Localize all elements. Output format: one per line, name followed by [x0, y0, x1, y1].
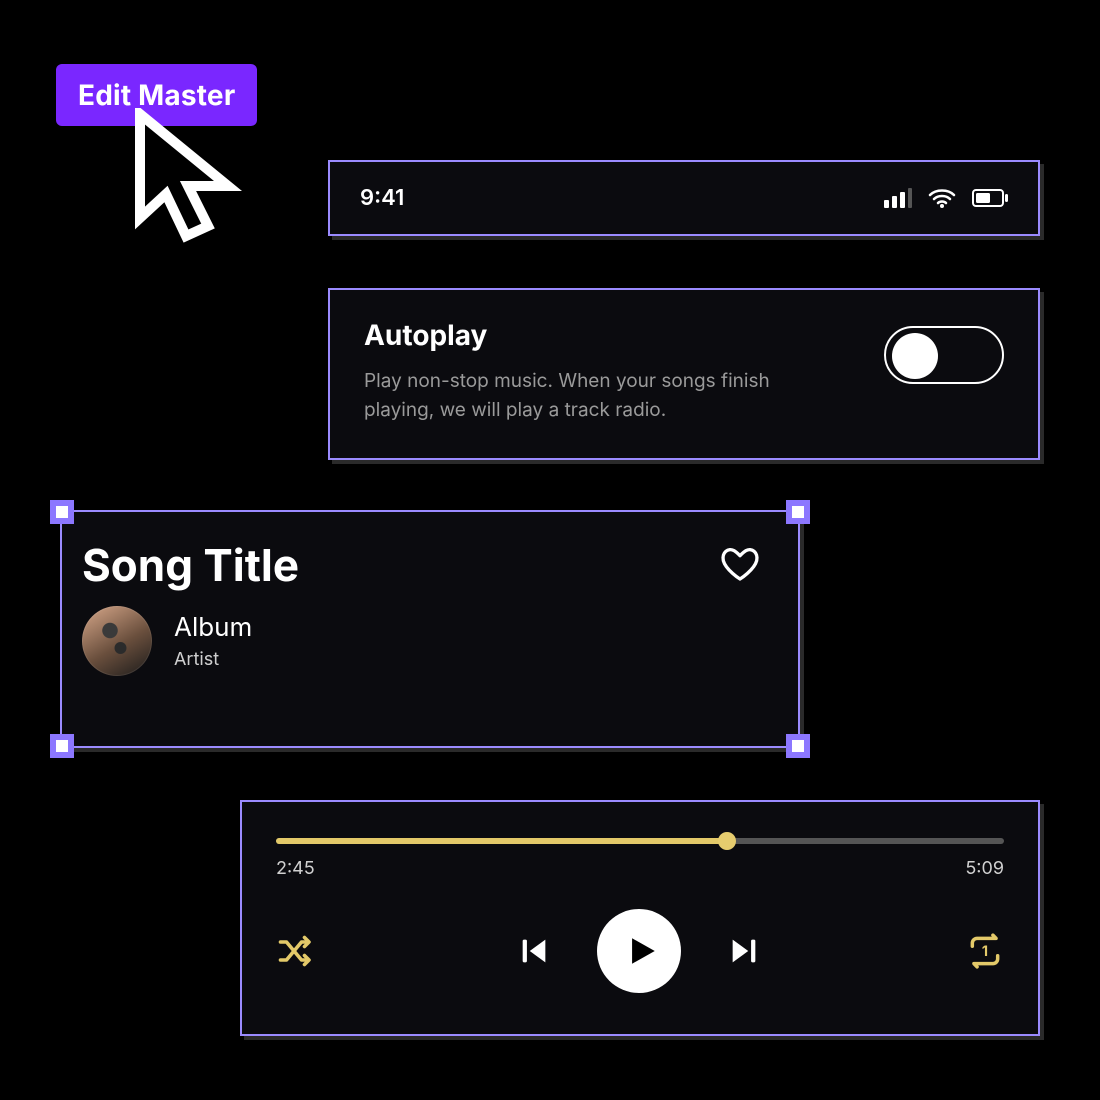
progress-handle[interactable]	[718, 832, 736, 850]
cellular-icon	[884, 188, 912, 208]
selection-handle-bl[interactable]	[50, 734, 74, 758]
progress-bar[interactable]	[276, 838, 1004, 844]
progress-fill	[276, 838, 727, 844]
selection-handle-tl[interactable]	[50, 500, 74, 524]
favorite-button[interactable]	[720, 544, 760, 584]
total-time: 5:09	[965, 858, 1004, 879]
cursor-icon	[120, 108, 250, 258]
song-card[interactable]: Song Title Album Artist	[60, 510, 800, 748]
shuffle-button[interactable]	[276, 933, 312, 969]
skip-previous-icon	[517, 934, 551, 968]
selection-handle-tr[interactable]	[786, 500, 810, 524]
elapsed-time: 2:45	[276, 858, 315, 879]
toggle-knob	[892, 333, 938, 379]
status-time: 9:41	[360, 185, 404, 211]
autoplay-toggle[interactable]	[884, 326, 1004, 384]
avatar	[82, 606, 152, 676]
play-button[interactable]	[597, 909, 681, 993]
autoplay-description: Play non-stop music. When your songs fin…	[364, 366, 804, 425]
battery-icon	[972, 189, 1008, 207]
svg-text:1: 1	[982, 943, 988, 960]
selection-handle-br[interactable]	[786, 734, 810, 758]
autoplay-setting-panel: Autoplay Play non-stop music. When your …	[328, 288, 1040, 460]
shuffle-icon	[276, 933, 312, 969]
player-panel: 2:45 5:09	[240, 800, 1040, 1036]
artist-name: Artist	[174, 649, 252, 670]
autoplay-title: Autoplay	[364, 318, 804, 352]
play-icon	[619, 932, 659, 970]
heart-icon	[720, 544, 760, 584]
repeat-one-icon: 1	[966, 932, 1004, 970]
skip-next-icon	[727, 934, 761, 968]
next-button[interactable]	[727, 934, 761, 968]
album-name: Album	[174, 612, 252, 643]
status-bar: 9:41	[328, 160, 1040, 236]
wifi-icon	[928, 188, 956, 208]
previous-button[interactable]	[517, 934, 551, 968]
song-title: Song Title	[82, 538, 778, 592]
repeat-button[interactable]: 1	[966, 932, 1004, 970]
edit-master-label: Edit Master	[78, 78, 235, 112]
